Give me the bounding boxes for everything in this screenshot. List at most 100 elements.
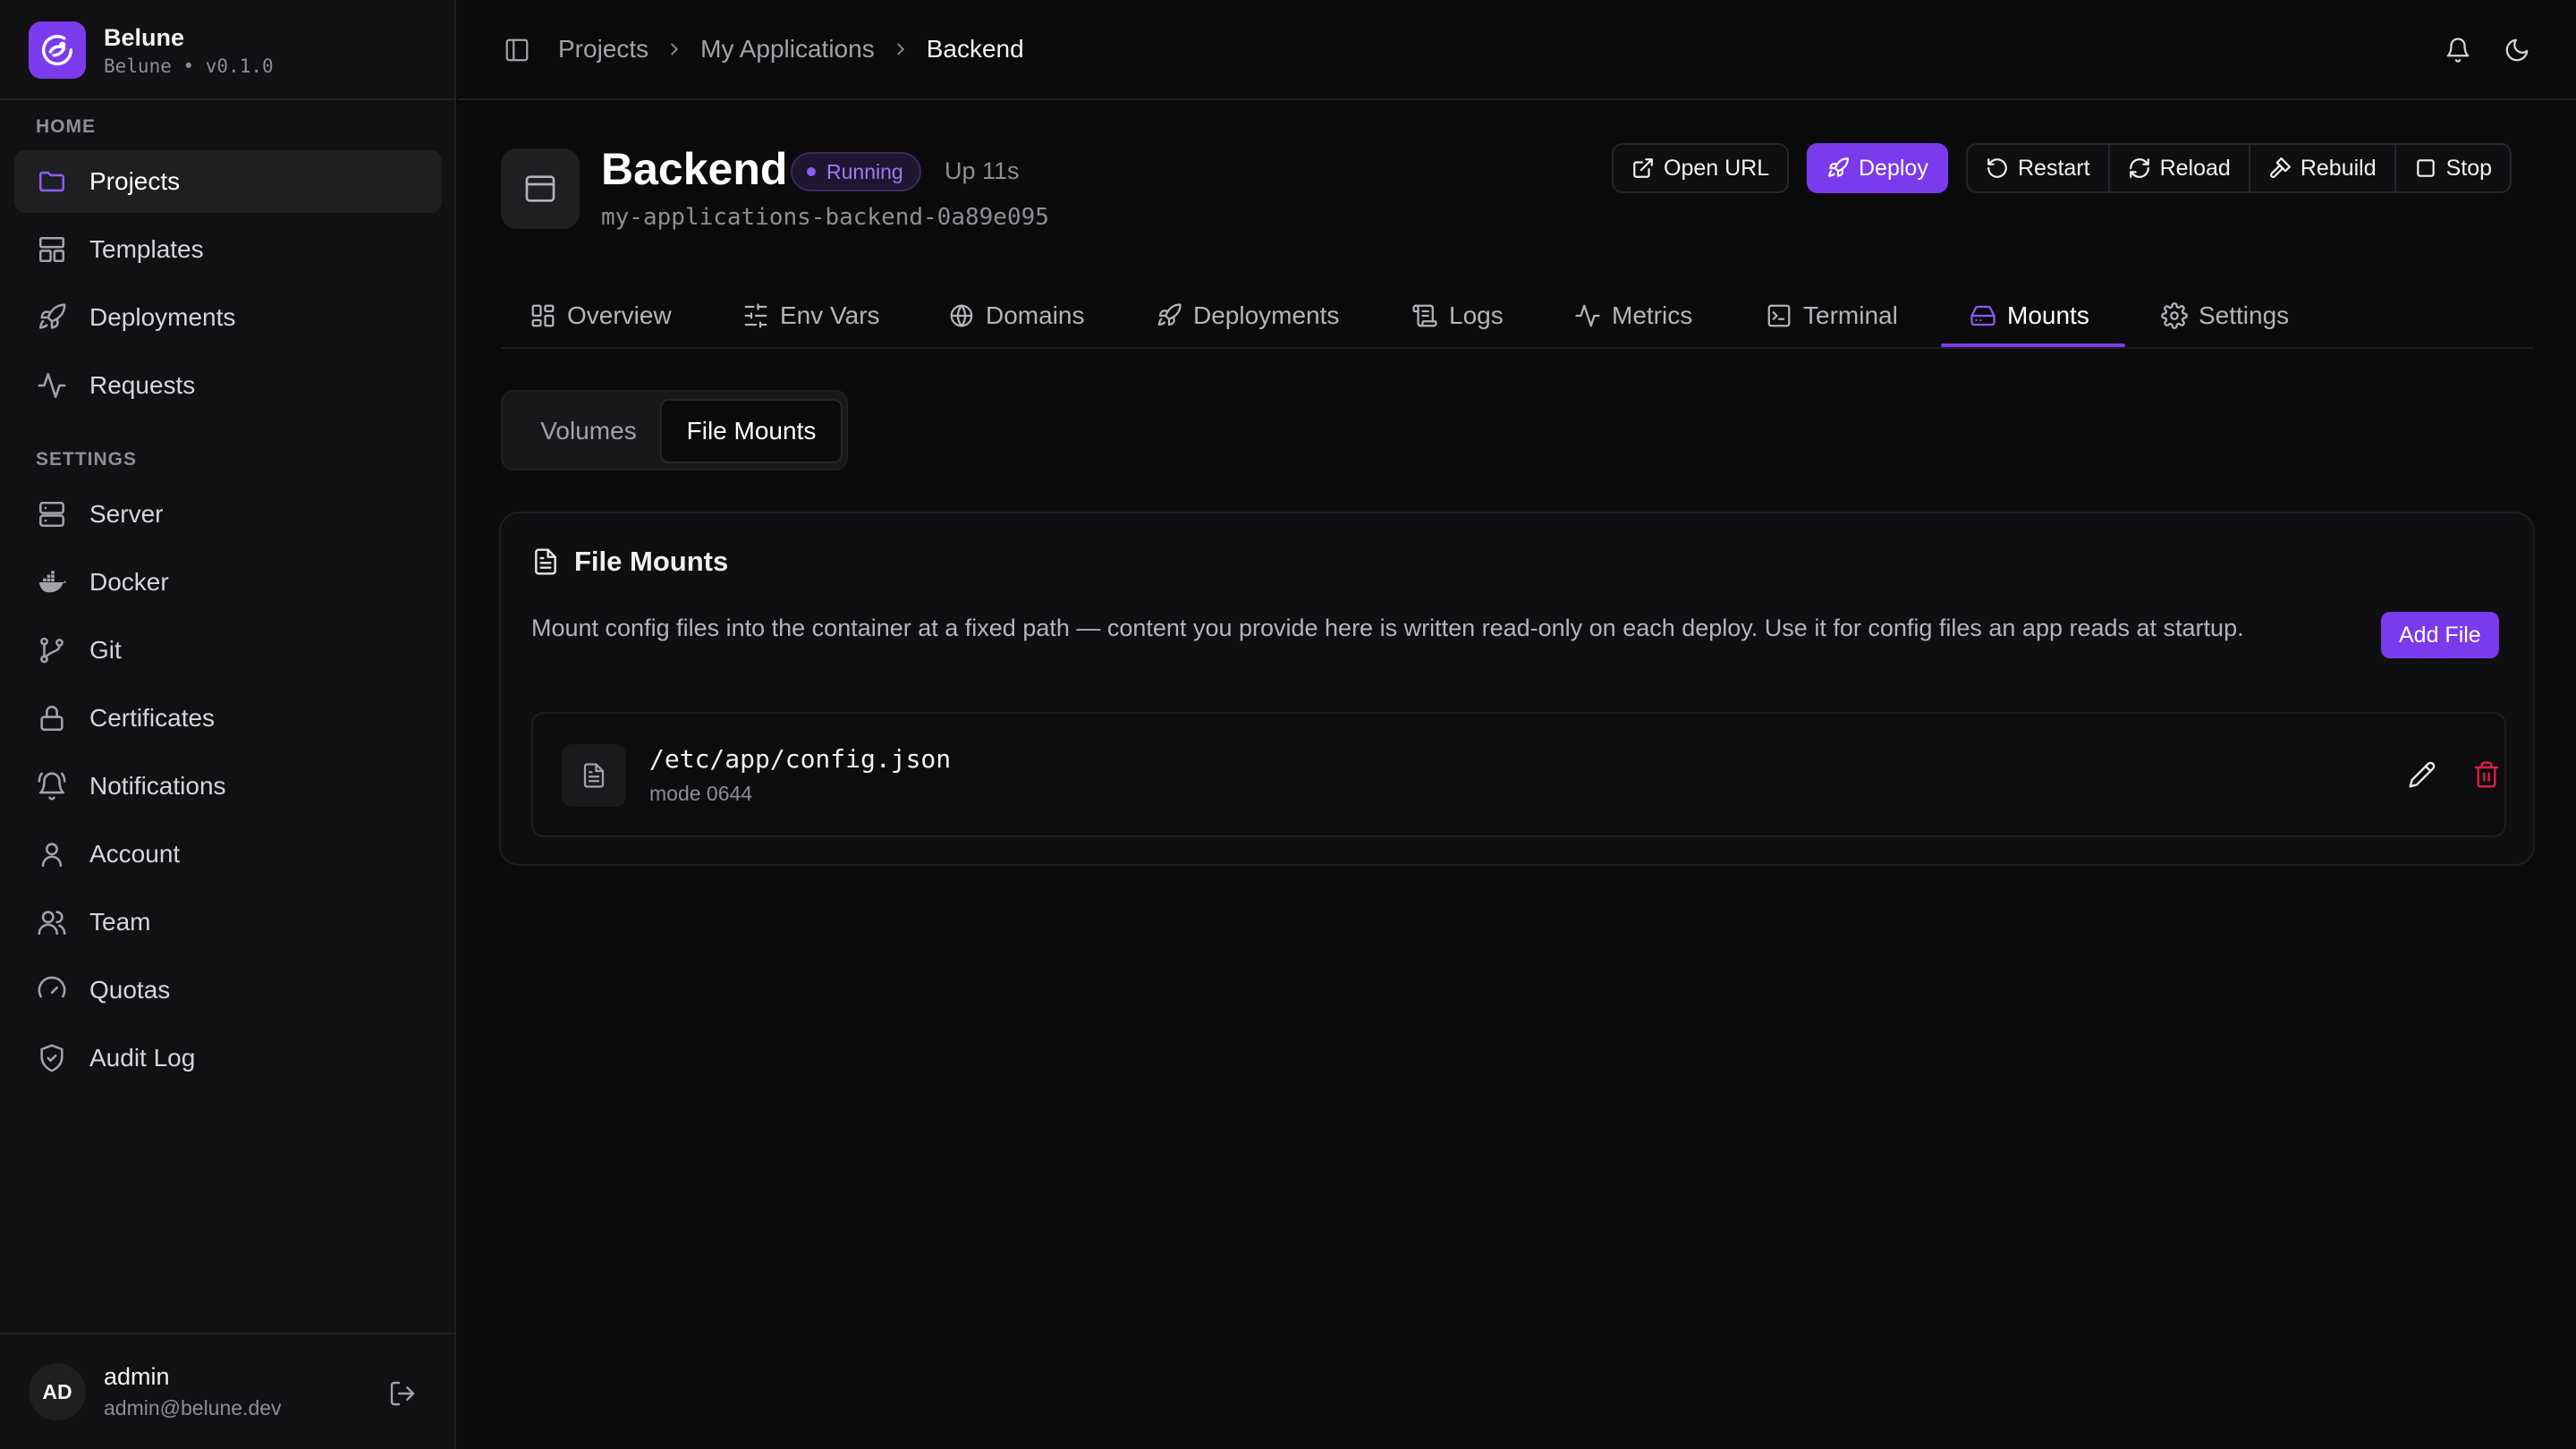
sidebar: Belune Belune • v0.1.0 HOME Projects Tem… [0,0,456,1449]
tab-label: Mounts [2007,301,2089,329]
tab-overview[interactable]: Overview [530,284,672,347]
tab-label: Env Vars [780,301,880,329]
tab-env-vars[interactable]: Env Vars [742,284,880,347]
layout-icon [36,233,68,266]
button-label: Open URL [1664,155,1770,181]
status-label: Running [826,159,903,183]
logout-icon[interactable] [385,1376,420,1411]
avatar: AD [29,1363,86,1420]
bell-ring-icon [36,770,68,802]
status-badge: Running [791,152,921,191]
sidebar-item-projects[interactable]: Projects [14,150,442,213]
sidebar-item-deployments[interactable]: Deployments [14,286,442,349]
trash-icon[interactable] [2469,757,2504,792]
breadcrumb-projects[interactable]: Projects [558,35,648,64]
divider [0,1333,456,1335]
brand[interactable]: Belune Belune • v0.1.0 [29,20,274,80]
tab-settings[interactable]: Settings [2161,284,2289,347]
sidebar-item-team[interactable]: Team [14,891,442,953]
card-title-label: File Mounts [574,546,729,577]
sidebar-item-label: Docker [89,568,169,596]
file-mode: mode 0644 [649,782,753,805]
server-icon [36,498,68,530]
sidebar-item-label: Deployments [89,303,236,331]
tab-label: Metrics [1612,301,1693,329]
user-name: admin [104,1363,170,1390]
sidebar-item-server[interactable]: Server [14,483,442,546]
sidebar-item-requests[interactable]: Requests [14,354,442,417]
terminal-icon [1767,304,1791,327]
top-bar: Projects My Applications Backend [458,0,2576,100]
docker-icon [36,566,68,598]
reload-button[interactable]: Reload [2110,145,2250,191]
sidebar-item-notifications[interactable]: Notifications [14,755,442,818]
tab-domains[interactable]: Domains [948,284,1084,347]
users-icon [36,906,68,938]
tab-mounts[interactable]: Mounts [1970,284,2089,347]
brand-version: Belune • v0.1.0 [104,55,274,77]
sidebar-item-label: Requests [89,371,196,399]
file-icon [562,744,626,807]
file-mounts-card: File Mounts Mount config files into the … [499,512,2535,866]
gear-icon [2161,302,2188,329]
tab-label: Terminal [1803,301,1898,329]
tab-label: Logs [1449,301,1504,329]
app-slug: my-applications-backend-0a89e095 [601,204,1049,231]
tab-label: Overview [567,301,672,329]
square-icon [2416,159,2435,177]
sidebar-item-quotas[interactable]: Quotas [14,959,442,1021]
user-profile[interactable]: AD admin admin@belune.dev [29,1363,282,1420]
sidebar-item-account[interactable]: Account [14,823,442,886]
folder-icon [36,165,68,198]
button-label: Reload [2159,155,2231,181]
sidebar-item-docker[interactable]: Docker [14,551,442,614]
page-title: Backend [601,144,788,194]
breadcrumb-my-applications[interactable]: My Applications [700,35,875,64]
sidebar-item-templates[interactable]: Templates [14,218,442,281]
hammer-icon [2269,157,2291,178]
button-label: Restart [2018,155,2090,181]
button-label: Deploy [1859,155,1928,181]
tab-deployments[interactable]: Deployments [1156,284,1339,347]
file-text-icon [535,548,556,575]
sliders-icon [744,303,767,328]
sidebar-item-label: Projects [89,167,181,195]
segment-file-mounts[interactable]: File Mounts [660,399,843,463]
lock-icon [36,702,68,734]
sidebar-item-git[interactable]: Git [14,619,442,682]
tab-terminal[interactable]: Terminal [1766,284,1898,347]
refresh-icon [2129,158,2149,178]
deploy-button[interactable]: Deploy [1807,143,1948,193]
sidebar-item-label: Audit Log [89,1044,196,1072]
open-url-button[interactable]: Open URL [1612,143,1790,193]
tab-metrics[interactable]: Metrics [1574,284,1692,347]
moon-icon[interactable] [2499,32,2535,68]
sidebar-item-label: Notifications [89,772,226,800]
git-branch-icon [36,634,68,666]
user-icon [36,838,68,870]
activity-icon [1575,304,1600,327]
restart-button[interactable]: Restart [1968,145,2110,191]
segment-volumes[interactable]: Volumes [512,399,665,463]
active-tab-indicator [1941,343,2125,347]
tab-label: Deployments [1193,301,1340,329]
rocket-icon [1157,303,1182,326]
chevron-right-icon [665,39,684,59]
rebuild-button[interactable]: Rebuild [2250,145,2396,191]
uptime: Up 11s [945,157,1020,184]
divider [0,98,456,100]
sidebar-item-label: Git [89,636,122,664]
sidebar-item-audit-log[interactable]: Audit Log [14,1027,442,1089]
tab-logs[interactable]: Logs [1411,284,1504,347]
edit-icon[interactable] [2404,757,2440,792]
sidebar-item-label: Account [89,840,181,868]
sidebar-item-certificates[interactable]: Certificates [14,687,442,750]
globe-icon [950,303,973,328]
tab-label: Domains [986,301,1085,329]
grid-icon [531,304,555,327]
bell-icon[interactable] [2440,32,2476,68]
add-file-button[interactable]: Add File [2381,612,2499,658]
sidebar-toggle-icon[interactable] [499,32,535,68]
stop-button[interactable]: Stop [2396,145,2510,191]
status-dot-icon [807,167,816,176]
